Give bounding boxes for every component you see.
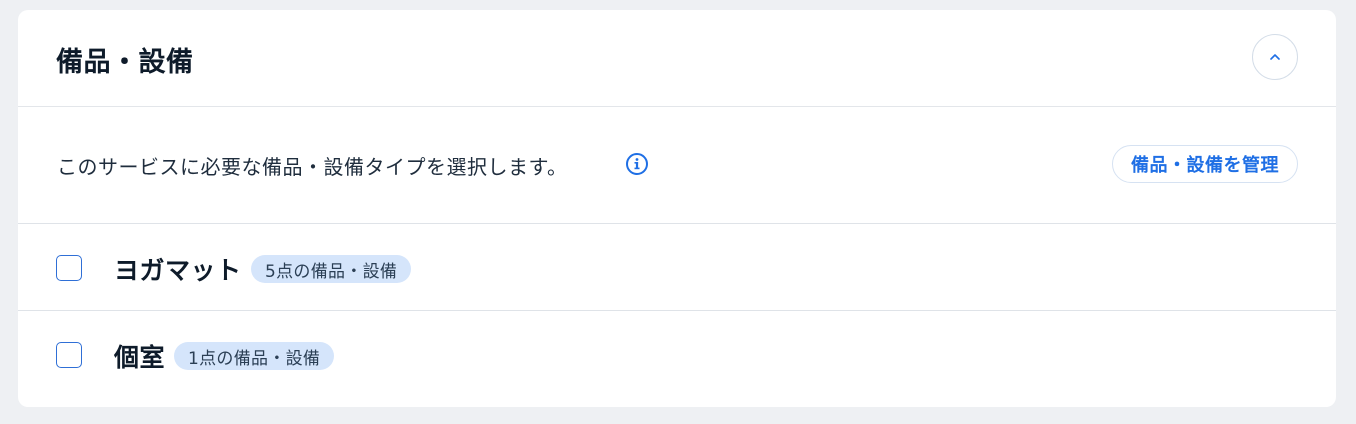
item-checkbox[interactable] — [56, 255, 82, 281]
resources-card: 備品・設備 このサービスに必要な備品・設備タイプを選択します。 備品・設備を管理… — [18, 10, 1336, 407]
description-text: このサービスに必要な備品・設備タイプを選択します。 — [57, 155, 568, 179]
list-item: 個室 1点の備品・設備 — [18, 311, 1336, 397]
description-row: このサービスに必要な備品・設備タイプを選択します。 備品・設備を管理 — [18, 107, 1336, 224]
manage-resources-button[interactable]: 備品・設備を管理 — [1112, 145, 1298, 183]
collapse-button[interactable] — [1252, 34, 1298, 80]
item-name: 個室 — [114, 343, 166, 372]
info-icon[interactable] — [625, 152, 649, 176]
item-name: ヨガマット — [114, 256, 242, 285]
list-item: ヨガマット 5点の備品・設備 — [18, 224, 1336, 311]
card-header: 備品・設備 — [18, 10, 1336, 107]
section-title: 備品・設備 — [56, 47, 194, 78]
item-count-badge: 5点の備品・設備 — [251, 255, 412, 283]
chevron-up-icon — [1270, 54, 1280, 60]
item-checkbox[interactable] — [56, 342, 82, 368]
item-count-badge: 1点の備品・設備 — [174, 342, 335, 370]
